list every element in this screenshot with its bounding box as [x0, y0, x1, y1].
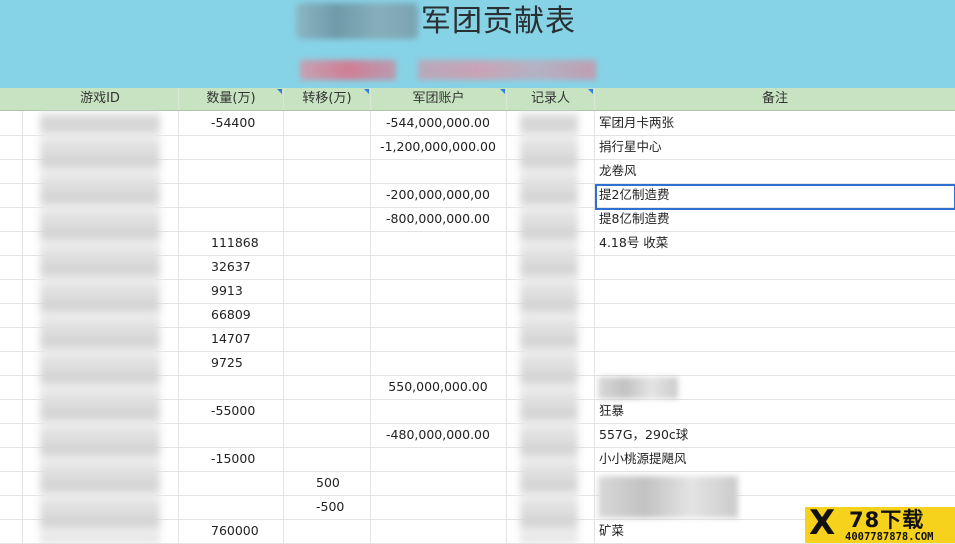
- cell-legion-account[interactable]: 550,000,000.00: [372, 375, 504, 399]
- cell-legion-account[interactable]: [372, 327, 504, 351]
- redacted-note: [598, 476, 738, 518]
- cell-legion-account[interactable]: [372, 255, 504, 279]
- redacted-subtitle-left: [300, 60, 396, 80]
- cell-legion-account[interactable]: [372, 495, 504, 519]
- cell-note[interactable]: 4.18号 收菜: [599, 231, 668, 255]
- cell-quantity[interactable]: 14707: [211, 327, 251, 351]
- redacted-recorder-column: [520, 113, 578, 543]
- header-quantity[interactable]: 数量(万): [179, 88, 284, 110]
- redacted-title-prefix: [296, 3, 418, 39]
- cell-legion-account[interactable]: -480,000,000.00: [372, 423, 504, 447]
- cell-note[interactable]: 捐行星中心: [599, 135, 662, 159]
- cell-quantity[interactable]: 32637: [211, 255, 251, 279]
- header-notes[interactable]: 备注: [595, 88, 955, 110]
- cell-legion-account[interactable]: [372, 471, 504, 495]
- cell-quantity[interactable]: 9913: [211, 279, 243, 303]
- cell-note[interactable]: 龙卷风: [599, 159, 637, 183]
- comment-marker-icon: [588, 89, 593, 94]
- header-recorder[interactable]: 记录人: [507, 88, 595, 110]
- header-transfer[interactable]: 转移(万): [284, 88, 371, 110]
- cell-quantity[interactable]: -54400: [211, 111, 255, 135]
- header-legion-account-label: 军团账户: [412, 91, 465, 106]
- cell-legion-account[interactable]: [372, 159, 504, 183]
- cell-legion-account[interactable]: [372, 351, 504, 375]
- cell-legion-account[interactable]: [372, 519, 504, 543]
- cell-legion-account[interactable]: -544,000,000.00: [372, 111, 504, 135]
- cell-note[interactable]: 矿菜: [599, 519, 624, 543]
- comment-marker-icon: [277, 89, 282, 94]
- cell-quantity[interactable]: 111868: [211, 231, 259, 255]
- header-game-id[interactable]: 游戏ID: [22, 88, 179, 110]
- selected-cell-outline[interactable]: [595, 184, 955, 210]
- cell-note[interactable]: 军团月卡两张: [599, 111, 674, 135]
- cell-quantity[interactable]: 66809: [211, 303, 251, 327]
- header-legion-account[interactable]: 军团账户: [371, 88, 507, 110]
- cell-legion-account[interactable]: [372, 303, 504, 327]
- cell-legion-account[interactable]: -200,000,000,00: [372, 183, 504, 207]
- cell-legion-account[interactable]: [372, 231, 504, 255]
- cell-note[interactable]: 小小桃源提飓风: [599, 447, 687, 471]
- cell-legion-account[interactable]: -800,000,000.00: [372, 207, 504, 231]
- watermark-name: 78下载: [849, 508, 925, 532]
- cell-quantity[interactable]: -15000: [211, 447, 255, 471]
- cell-legion-account[interactable]: [372, 279, 504, 303]
- cell-legion-account[interactable]: [372, 447, 504, 471]
- cell-transfer[interactable]: 500: [316, 471, 340, 495]
- cell-quantity[interactable]: 760000: [211, 519, 259, 543]
- watermark-x-letter: X: [809, 503, 836, 543]
- column-header-row: 游戏ID 数量(万) 转移(万) 军团账户 记录人 备注: [0, 88, 955, 111]
- cell-legion-account[interactable]: -1,200,000,000.00: [372, 135, 504, 159]
- comment-marker-icon: [500, 89, 505, 94]
- header-recorder-label: 记录人: [530, 91, 570, 106]
- title-banner: 军团贡献表: [0, 0, 955, 88]
- redacted-note: [598, 377, 678, 399]
- header-quantity-label: 数量(万): [206, 91, 256, 106]
- redacted-subtitle-right: [418, 60, 596, 80]
- cell-note[interactable]: 557G，290c球: [599, 423, 688, 447]
- cell-note[interactable]: 提8亿制造费: [599, 207, 669, 231]
- sheet-title: 军团贡献表: [421, 4, 576, 39]
- site-watermark-logo: X 78下载 4007787878.COM: [805, 503, 955, 543]
- cell-note[interactable]: 狂暴: [599, 399, 624, 423]
- watermark-url: 4007787878.COM: [845, 531, 934, 543]
- comment-marker-icon: [364, 89, 369, 94]
- cell-transfer[interactable]: -500: [316, 495, 344, 519]
- redacted-game-id-column: [40, 113, 160, 543]
- cell-legion-account[interactable]: [372, 399, 504, 423]
- cell-quantity[interactable]: 9725: [211, 351, 243, 375]
- cell-quantity[interactable]: -55000: [211, 399, 255, 423]
- header-transfer-label: 转移(万): [302, 91, 352, 106]
